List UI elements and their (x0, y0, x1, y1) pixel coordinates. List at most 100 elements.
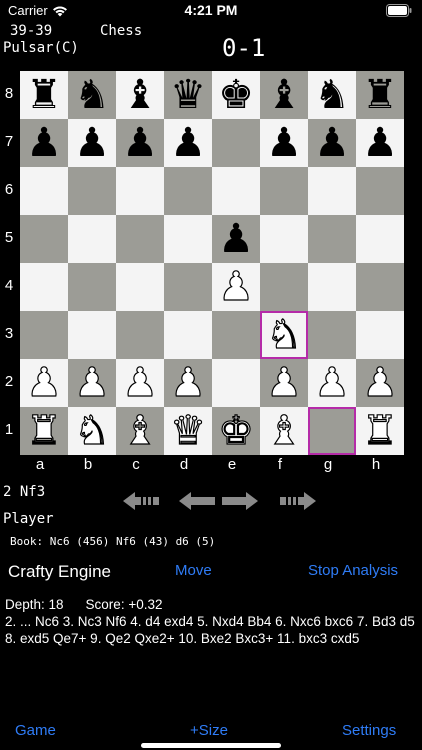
side-to-move: Player (3, 511, 54, 527)
file-label-f: f (277, 456, 283, 473)
black-pawn-b7[interactable]: ♟ (68, 119, 116, 167)
white-bishop-f1[interactable]: ♝ (260, 407, 308, 455)
white-bishop-c1[interactable]: ♝ (116, 407, 164, 455)
square-g5[interactable] (308, 215, 356, 263)
black-queen-d8[interactable]: ♛ (164, 71, 212, 119)
skip-to-end-icon[interactable] (278, 488, 318, 514)
black-bishop-c8[interactable]: ♝ (116, 71, 164, 119)
black-knight-b8[interactable]: ♞ (68, 71, 116, 119)
analysis-panel: Depth: 18 Score: +0.32 2. ... Nc6 3. Nc3 … (5, 596, 415, 647)
file-label-d: d (179, 456, 189, 473)
file-label-g: g (323, 456, 333, 473)
top-player-name: Pulsar(C) (3, 40, 79, 56)
square-g3[interactable] (308, 311, 356, 359)
size-button[interactable]: +Size (190, 722, 228, 739)
black-pawn-h7[interactable]: ♟ (356, 119, 404, 167)
analysis-stats: Depth: 18 Score: +0.32 (5, 596, 415, 613)
white-pawn-e4[interactable]: ♟ (212, 263, 260, 311)
clock: 4:21 PM (184, 2, 238, 18)
white-knight-f3[interactable]: ♞ (260, 311, 308, 359)
square-a4[interactable] (20, 263, 68, 311)
square-b4[interactable] (68, 263, 116, 311)
home-indicator (141, 743, 281, 748)
black-pawn-d7[interactable]: ♟ (164, 119, 212, 167)
black-king-e8[interactable]: ♚ (212, 71, 260, 119)
rank-label-6: 6 (4, 181, 14, 198)
square-b6[interactable] (68, 167, 116, 215)
square-e6[interactable] (212, 167, 260, 215)
white-pawn-g2[interactable]: ♟ (308, 359, 356, 407)
white-pawn-c2[interactable]: ♟ (116, 359, 164, 407)
rank-label-1: 1 (4, 421, 14, 438)
file-label-h: h (371, 456, 381, 473)
skip-to-start-icon[interactable] (121, 488, 161, 514)
square-f5[interactable] (260, 215, 308, 263)
opening-book-line: Book: Nc6 (456) Nf6 (43) d6 (5) (10, 535, 216, 548)
square-b3[interactable] (68, 311, 116, 359)
white-king-e1[interactable]: ♚ (212, 407, 260, 455)
settings-button[interactable]: Settings (342, 722, 396, 739)
square-h5[interactable] (356, 215, 404, 263)
black-pawn-f7[interactable]: ♟ (260, 119, 308, 167)
white-rook-a1[interactable]: ♜ (20, 407, 68, 455)
square-e7[interactable] (212, 119, 260, 167)
rank-label-4: 4 (4, 277, 14, 294)
square-d6[interactable] (164, 167, 212, 215)
black-rook-a8[interactable]: ♜ (20, 71, 68, 119)
step-forward-icon[interactable] (220, 488, 260, 514)
chess-board[interactable]: ♜ ♞ ♝ ♛ ♚ ♝ ♞ ♜ ♟ ♟ ♟ ♟ ♟ ♟ ♟ ♟ ♟ ♞ ♟ ♟ ♟ ♟ ♟ ♟ ♟ ♜ ♞ ♝ ♛ ♚ ♝ ♜ (20, 71, 404, 455)
last-move: 2 Nf3 (3, 484, 46, 500)
square-h3[interactable] (356, 311, 404, 359)
square-g1[interactable] (308, 407, 356, 455)
square-e3[interactable] (212, 311, 260, 359)
white-pawn-a2[interactable]: ♟ (20, 359, 68, 407)
black-rook-h8[interactable]: ♜ (356, 71, 404, 119)
file-label-a: a (35, 456, 45, 473)
square-a6[interactable] (20, 167, 68, 215)
rank-label-5: 5 (4, 229, 14, 246)
square-a5[interactable] (20, 215, 68, 263)
square-e2[interactable] (212, 359, 260, 407)
square-c4[interactable] (116, 263, 164, 311)
white-knight-b1[interactable]: ♞ (68, 407, 116, 455)
square-g6[interactable] (308, 167, 356, 215)
game-result: 0-1 (222, 34, 266, 62)
square-d4[interactable] (164, 263, 212, 311)
step-back-icon[interactable] (177, 488, 217, 514)
rank-label-3: 3 (4, 325, 14, 342)
black-pawn-a7[interactable]: ♟ (20, 119, 68, 167)
white-rook-h1[interactable]: ♜ (356, 407, 404, 455)
white-pawn-h2[interactable]: ♟ (356, 359, 404, 407)
square-g4[interactable] (308, 263, 356, 311)
rank-label-2: 2 (4, 373, 14, 390)
white-pawn-b2[interactable]: ♟ (68, 359, 116, 407)
rank-label-7: 7 (4, 133, 14, 150)
black-knight-g8[interactable]: ♞ (308, 71, 356, 119)
square-h6[interactable] (356, 167, 404, 215)
square-d3[interactable] (164, 311, 212, 359)
analysis-score: Score: +0.32 (85, 597, 163, 612)
square-f6[interactable] (260, 167, 308, 215)
principal-variation: 2. ... Nc6 3. Nc3 Nf6 4. d4 exd4 5. Nxd4… (5, 614, 415, 646)
stop-analysis-button[interactable]: Stop Analysis (308, 562, 398, 579)
black-pawn-g7[interactable]: ♟ (308, 119, 356, 167)
square-c6[interactable] (116, 167, 164, 215)
rank-label-8: 8 (4, 85, 14, 102)
square-a3[interactable] (20, 311, 68, 359)
square-c5[interactable] (116, 215, 164, 263)
square-f4[interactable] (260, 263, 308, 311)
square-c3[interactable] (116, 311, 164, 359)
black-pawn-e5[interactable]: ♟ (212, 215, 260, 263)
white-pawn-f2[interactable]: ♟ (260, 359, 308, 407)
game-button[interactable]: Game (15, 722, 56, 739)
white-pawn-d2[interactable]: ♟ (164, 359, 212, 407)
square-h4[interactable] (356, 263, 404, 311)
engine-name: Crafty Engine (8, 562, 111, 581)
black-bishop-f8[interactable]: ♝ (260, 71, 308, 119)
white-queen-d1[interactable]: ♛ (164, 407, 212, 455)
square-b5[interactable] (68, 215, 116, 263)
move-button[interactable]: Move (175, 562, 212, 579)
file-label-e: e (227, 456, 237, 473)
black-pawn-c7[interactable]: ♟ (116, 119, 164, 167)
square-d5[interactable] (164, 215, 212, 263)
